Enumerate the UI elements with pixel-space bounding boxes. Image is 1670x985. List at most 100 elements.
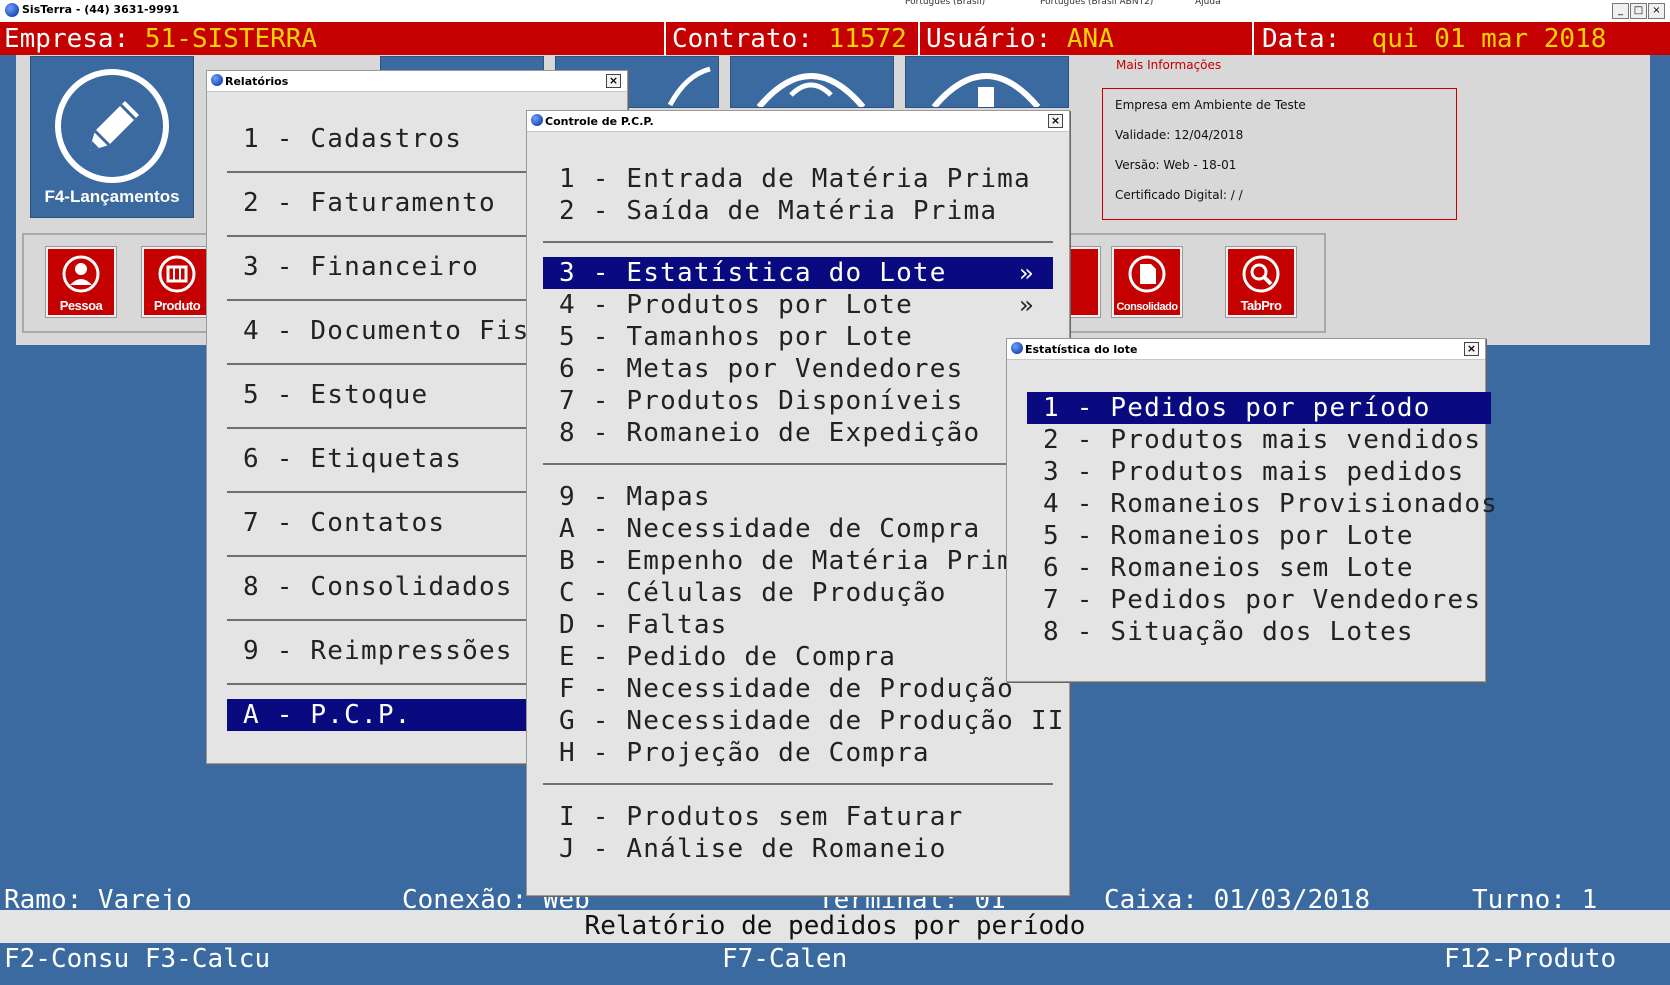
info-title: Mais Informações [1116, 58, 1222, 72]
menu-item[interactable]: 4 - Produtos por Lote [559, 289, 913, 321]
pcp-window: Controle de P.C.P. × 1 - Entrada de Maté… [526, 110, 1070, 896]
tile-label: F4-Lançamentos [44, 187, 180, 206]
info-box: Empresa em Ambiente de Teste Validade: 1… [1102, 88, 1457, 220]
submenu-arrow-icon: » [1019, 291, 1034, 319]
menu-item[interactable]: 3 - Financeiro [243, 251, 479, 283]
data-field: Data: qui 01 mar 2018 [1262, 24, 1607, 54]
menu-item[interactable]: 5 - Estoque [243, 379, 428, 411]
window-titlebar: SisTerra - (44) 3631-9991 Português (Bra… [0, 0, 1670, 23]
consolidado-button[interactable]: Consolidado [1112, 247, 1182, 317]
tile[interactable] [730, 56, 894, 108]
menu-item[interactable]: 1 - Cadastros [243, 123, 462, 155]
minimize-button[interactable]: _ [1612, 3, 1629, 19]
menu-item[interactable]: D - Faltas [559, 609, 728, 641]
button-label: TabPro [1240, 298, 1282, 313]
menu-item-selected[interactable]: 3 - Estatística do Lote [543, 257, 1053, 289]
globe-icon [756, 73, 866, 107]
window-titlebar: Relatórios × [207, 71, 627, 92]
menu-item[interactable]: J - Análise de Romaneio [559, 833, 947, 865]
menu-item[interactable]: 7 - Produtos Disponíveis [559, 385, 963, 417]
menu-item[interactable]: A - Necessidade de Compra [559, 513, 980, 545]
company-header: Empresa: 51-SISTERRA Contrato: 11572 Usu… [0, 22, 1670, 55]
document-icon [1128, 255, 1166, 293]
status-message: Relatório de pedidos por período [584, 911, 1086, 941]
window-title: SisTerra - (44) 3631-9991 [22, 3, 180, 16]
person-icon [62, 255, 100, 293]
keyboard-layout-item[interactable]: Português (Brasil) [905, 0, 1025, 8]
function-key-bar: F2-Consu F3-Calcu F7-Calen F12-Produto [0, 943, 1670, 976]
button-label: Produto [153, 298, 201, 313]
divider [543, 463, 1053, 465]
menu-item[interactable]: 4 - Romaneios Provisionados [1043, 488, 1498, 520]
produto-button[interactable]: Produto [142, 247, 212, 317]
menu-item[interactable]: 6 - Metas por Vendedores [559, 353, 963, 385]
maximize-button[interactable]: □ [1630, 3, 1647, 19]
pessoa-button[interactable]: Pessoa [46, 247, 116, 317]
divider [543, 783, 1053, 785]
window-title: Relatórios [225, 75, 289, 88]
pencil-icon [55, 69, 169, 183]
button-label: Consolidado [1116, 301, 1178, 313]
divider [664, 22, 666, 55]
help-menu[interactable]: Ajuda [1195, 0, 1255, 8]
fkey-right[interactable]: F12-Produto [1444, 943, 1616, 976]
divider [543, 241, 1053, 243]
leaf-icon [667, 66, 711, 107]
menu-item[interactable]: C - Células de Produção [559, 577, 947, 609]
close-icon[interactable]: × [1464, 342, 1479, 356]
menu-item[interactable]: 8 - Consolidados [243, 571, 513, 603]
close-icon[interactable]: × [606, 74, 621, 88]
menu-item[interactable]: 5 - Romaneios por Lote [1043, 520, 1414, 552]
menu-item[interactable]: 5 - Tamanhos por Lote [559, 321, 913, 353]
menu-item[interactable]: 9 - Reimpressões [243, 635, 513, 667]
app-globe-icon [531, 114, 543, 126]
window-title: Controle de P.C.P. [545, 115, 654, 128]
tile[interactable] [905, 56, 1069, 108]
hidden-button[interactable] [1068, 247, 1100, 317]
menu-item-selected[interactable]: A - P.C.P. [227, 699, 563, 731]
window-titlebar: Estatística do lote × [1007, 339, 1485, 360]
tabpro-button[interactable]: TabPro [1226, 247, 1296, 317]
menu-item[interactable]: 7 - Contatos [243, 507, 445, 539]
menu-item-selected[interactable]: 1 - Pedidos por período [1027, 392, 1491, 424]
menu-item[interactable]: 7 - Pedidos por Vendedores [1043, 584, 1481, 616]
search-icon [1242, 255, 1280, 293]
contrato-field: Contrato: 11572 [672, 24, 907, 54]
close-window-button[interactable]: × [1648, 3, 1665, 19]
box-icon [158, 255, 196, 293]
menu-item[interactable]: 1 - Entrada de Matéria Prima [559, 163, 1031, 195]
window-title: Estatística do lote [1025, 343, 1138, 356]
close-icon[interactable]: × [1048, 114, 1063, 128]
menu-item[interactable]: H - Projeção de Compra [559, 737, 930, 769]
menu-item[interactable]: 6 - Etiquetas [243, 443, 462, 475]
menu-item[interactable]: 8 - Romaneio de Expedição [559, 417, 980, 449]
menu-item[interactable]: I - Produtos sem Faturar [559, 801, 963, 833]
menu-item[interactable]: 4 - Documento Fisc [243, 315, 546, 347]
button-label: Pessoa [59, 298, 103, 313]
menu-item[interactable]: 2 - Saída de Matéria Prima [559, 195, 997, 227]
info-certificado: Certificado Digital: / / [1115, 188, 1243, 202]
menu-item[interactable]: 2 - Produtos mais vendidos [1043, 424, 1481, 456]
info-validade: Validade: 12/04/2018 [1115, 128, 1244, 142]
app-globe-icon [211, 74, 223, 86]
menu-item[interactable]: G - Necessidade de Produção II [559, 705, 1065, 737]
app-globe-icon [5, 3, 19, 17]
menu-item[interactable]: B - Empenho de Matéria Prima [559, 545, 1031, 577]
empresa-field: Empresa: 51-SISTERRA [4, 24, 318, 54]
window-titlebar: Controle de P.C.P. × [527, 111, 1069, 132]
usuario-field: Usuário: ANA [926, 24, 1114, 54]
menu-item[interactable]: 2 - Faturamento [243, 187, 496, 219]
app-globe-icon [1011, 342, 1023, 354]
fkey-center[interactable]: F7-Calen [722, 943, 847, 976]
menu-item[interactable]: 3 - Produtos mais pedidos [1043, 456, 1464, 488]
menu-item[interactable]: F - Necessidade de Produção [559, 673, 1014, 705]
chart-icon [931, 73, 1041, 107]
fkey-left[interactable]: F2-Consu F3-Calcu [4, 943, 270, 976]
menu-item[interactable]: 8 - Situação dos Lotes [1043, 616, 1414, 648]
menu-item[interactable]: 9 - Mapas [559, 481, 711, 513]
keyboard-layout-item[interactable]: Português (Brasil ABNT2) [1040, 0, 1180, 8]
menu-item[interactable]: E - Pedido de Compra [559, 641, 896, 673]
lancamentos-tile[interactable]: F4-Lançamentos [30, 56, 194, 218]
estatistica-window: Estatística do lote × 1 - Pedidos por pe… [1006, 338, 1497, 682]
menu-item[interactable]: 6 - Romaneios sem Lote [1043, 552, 1414, 584]
